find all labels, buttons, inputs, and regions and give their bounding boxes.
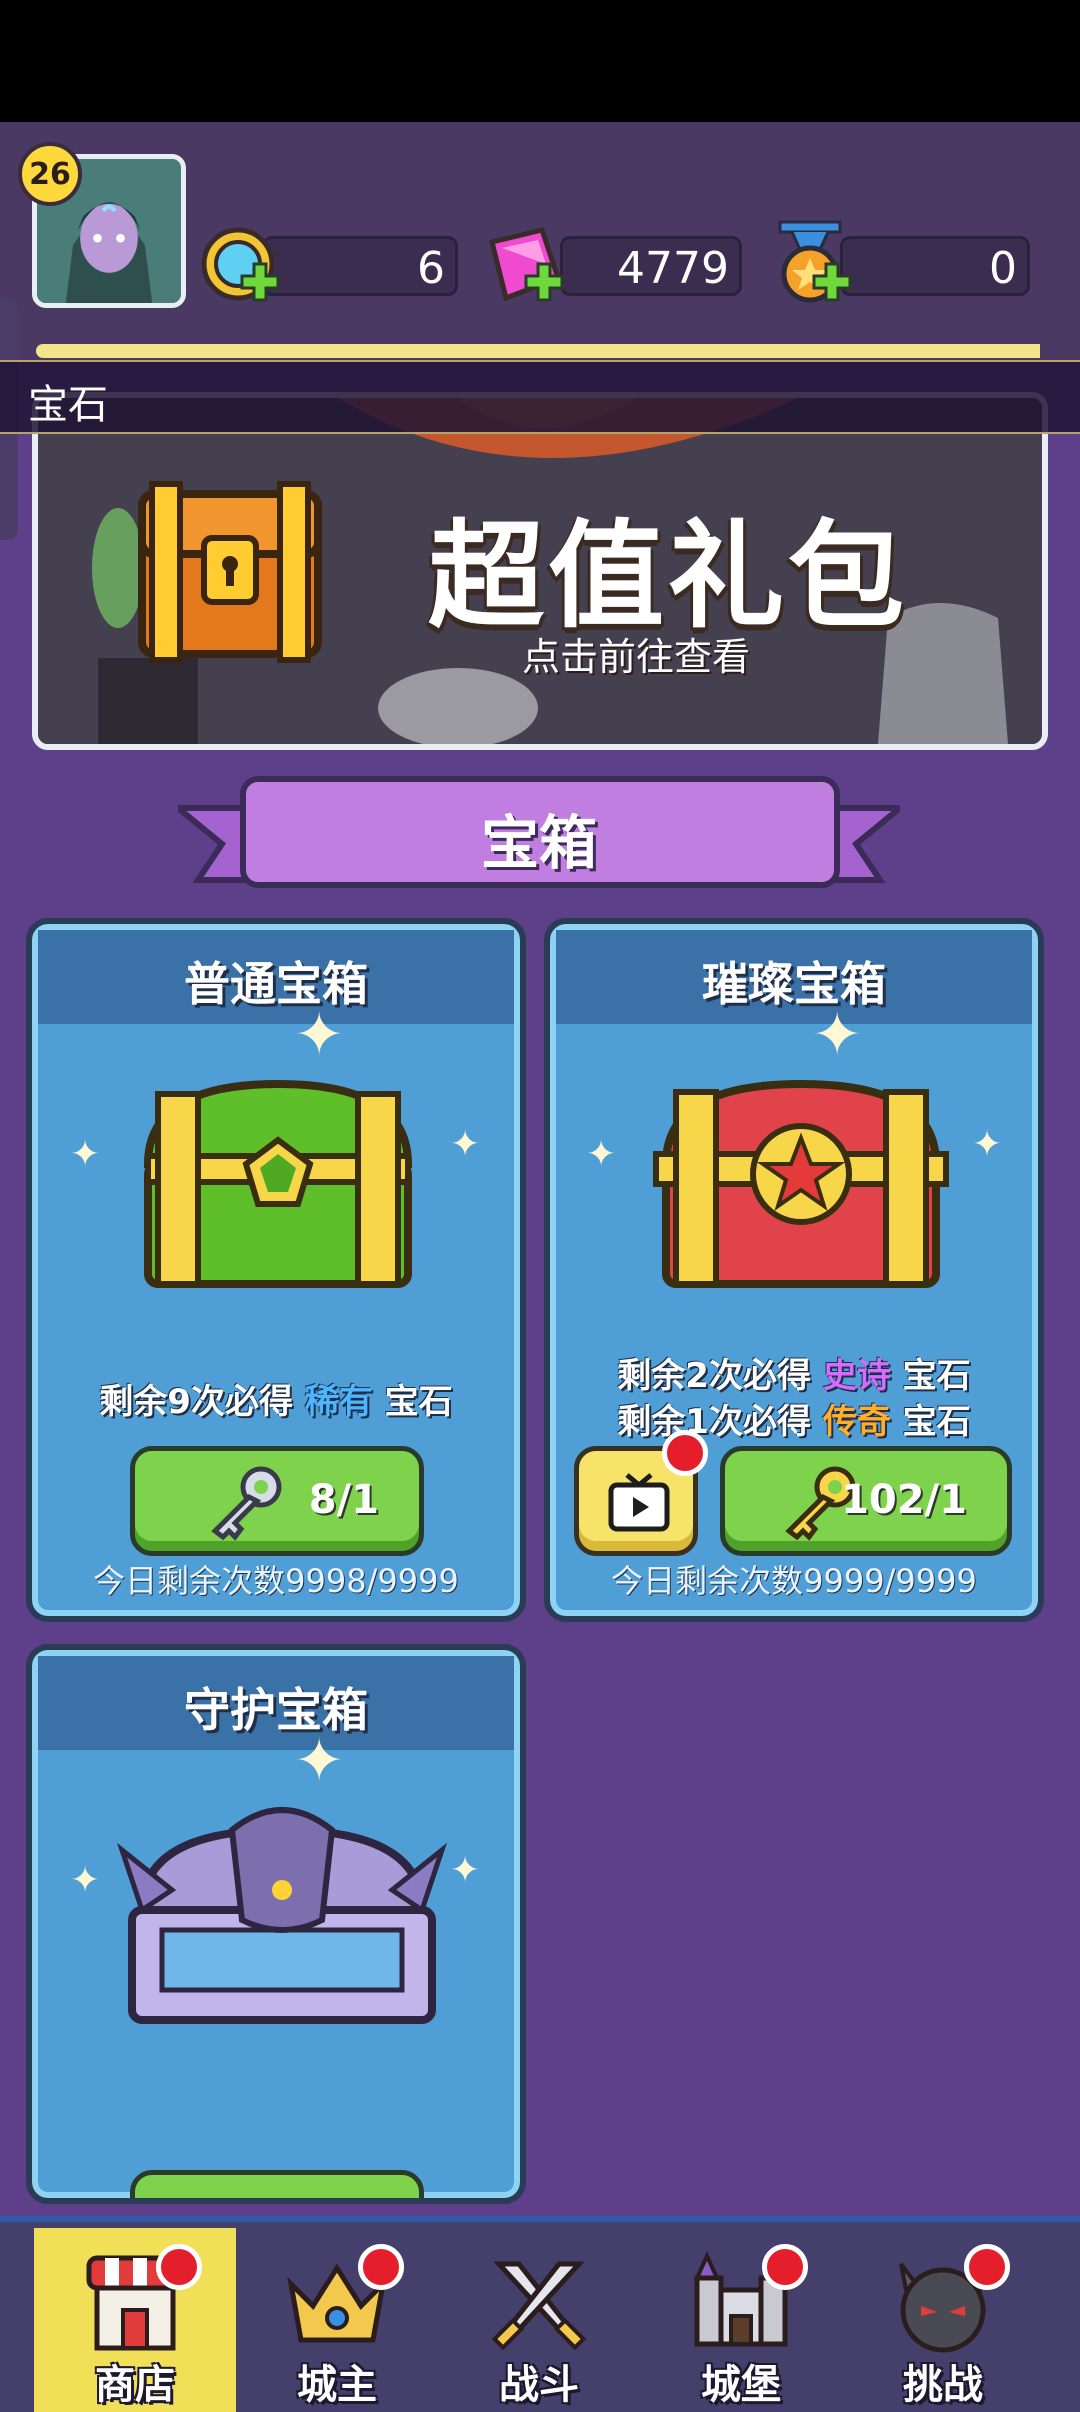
status-bar (0, 0, 1080, 122)
tab-label: 战斗 (499, 2362, 579, 2408)
tab-label: 城堡 (701, 2362, 781, 2408)
chest-card-header: 璀璨宝箱 (556, 930, 1032, 1024)
tab-label: 城主 (297, 2362, 377, 2408)
chest-name: 璀璨宝箱 (702, 957, 886, 1011)
gems-value: 4779 (617, 243, 729, 294)
chest-card-guardian[interactable]: 守护宝箱 ✦ ✦ ✦ (26, 1644, 526, 2204)
guarantee-suffix: 宝石 (902, 1356, 971, 1396)
notification-dot (358, 2244, 404, 2290)
sparkle-icon: ✦ (70, 1860, 101, 1901)
rarity-legendary: 传奇 (822, 1402, 891, 1442)
sparkle-icon: ✦ (294, 1000, 345, 1070)
add-medals-icon[interactable] (812, 262, 852, 302)
daily-remaining: 今日剩余次数9998/9999 (93, 1562, 459, 1600)
chest-card-normal[interactable]: 普通宝箱 ✦ ✦ ✦ 剩余9次必得 稀有 宝石 8/1 今日剩余次数9998/9… (26, 918, 526, 1622)
section-title-text: 宝箱 (480, 809, 597, 877)
category-label: 宝石 (28, 382, 108, 428)
tab-label: 商店 (95, 2362, 175, 2408)
treasure-chest-icon (138, 481, 322, 663)
banner-title: 超值礼包 (428, 509, 908, 644)
tab-shop[interactable]: 商店 (34, 2228, 236, 2412)
guarantee-prefix: 剩余1次必得 (617, 1402, 811, 1442)
player-level-badge: 26 (18, 142, 82, 206)
value-pack-banner[interactable]: 超值礼包 点击前往查看 (32, 392, 1048, 750)
guarantee-suffix: 宝石 (902, 1402, 971, 1442)
add-gems-icon[interactable] (524, 262, 564, 302)
silver-key-icon (211, 1466, 282, 1541)
chest-name: 守护宝箱 (184, 1683, 368, 1737)
tv-play-icon (608, 1473, 670, 1532)
notification-dot (964, 2244, 1010, 2290)
guarantee-prefix: 剩余9次必得 (99, 1382, 293, 1422)
tab-label: 挑战 (903, 2362, 983, 2408)
guarantee-prefix: 剩余2次必得 (617, 1356, 811, 1396)
category-label-strip[interactable]: 宝石 (0, 362, 1080, 434)
divider (0, 432, 1080, 434)
chest-guarantee-text-legendary: 剩余1次必得 传奇 宝石 (550, 1394, 1038, 1443)
tab-challenge[interactable]: 挑战 (842, 2228, 1044, 2412)
coins-value: 6 (417, 243, 445, 294)
bottom-tab-bar: 商店 城主 战斗 城堡 挑战 (0, 2216, 1080, 2412)
sparkle-icon: ✦ (812, 1000, 863, 1070)
key-count: 102/1 (841, 1477, 967, 1523)
chest-name: 普通宝箱 (184, 957, 368, 1011)
red-chest-icon (653, 1079, 949, 1288)
open-chest-key-button-partial[interactable] (130, 2170, 424, 2198)
tab-castle[interactable]: 城堡 (640, 2228, 842, 2412)
notification-dot (662, 1430, 708, 1476)
guarantee-suffix: 宝石 (384, 1382, 453, 1422)
progress-strip (36, 344, 1040, 358)
open-chest-key-button[interactable]: 102/1 (720, 1446, 1012, 1556)
chest-guarantee-text-epic: 剩余2次必得 史诗 宝石 (550, 1348, 1038, 1397)
add-coins-icon[interactable] (240, 262, 280, 302)
coins-counter: 6 (262, 236, 458, 296)
rarity-rare: 稀有 (304, 1382, 373, 1422)
medals-value: 0 (989, 243, 1017, 294)
open-chest-key-button[interactable]: 8/1 (130, 1446, 424, 1556)
dragon-chest-icon (116, 1807, 448, 2024)
notification-dot (156, 2244, 202, 2290)
medals-counter: 0 (840, 236, 1030, 296)
sparkle-icon: ✦ (972, 1124, 1003, 1165)
green-chest-icon (143, 1079, 413, 1288)
banner-subtitle: 点击前往查看 (522, 635, 751, 679)
daily-remaining: 今日剩余次数9999/9999 (611, 1562, 977, 1600)
chest-card-header: 守护宝箱 (38, 1656, 514, 1750)
chest-card-header: 普通宝箱 (38, 930, 514, 1024)
sparkle-icon: ✦ (450, 1124, 481, 1165)
swords-icon (491, 2261, 587, 2351)
chest-card-brilliant[interactable]: 璀璨宝箱 ✦ ✦ ✦ 剩余2次必得 史诗 宝石 剩余1次必得 传奇 宝石 102… (544, 918, 1044, 1622)
section-title: 宝箱 (178, 776, 900, 888)
notification-dot (762, 2244, 808, 2290)
rarity-epic: 史诗 (822, 1356, 891, 1396)
sparkle-icon: ✦ (586, 1134, 617, 1175)
sparkle-icon: ✦ (70, 1134, 101, 1175)
key-count: 8/1 (308, 1477, 379, 1523)
chest-guarantee-text: 剩余9次必得 稀有 宝石 (32, 1374, 520, 1423)
sparkle-icon: ✦ (294, 1726, 345, 1796)
tab-battle[interactable]: 战斗 (438, 2228, 640, 2412)
tab-lord[interactable]: 城主 (236, 2228, 438, 2412)
gems-counter: 4779 (560, 236, 742, 296)
